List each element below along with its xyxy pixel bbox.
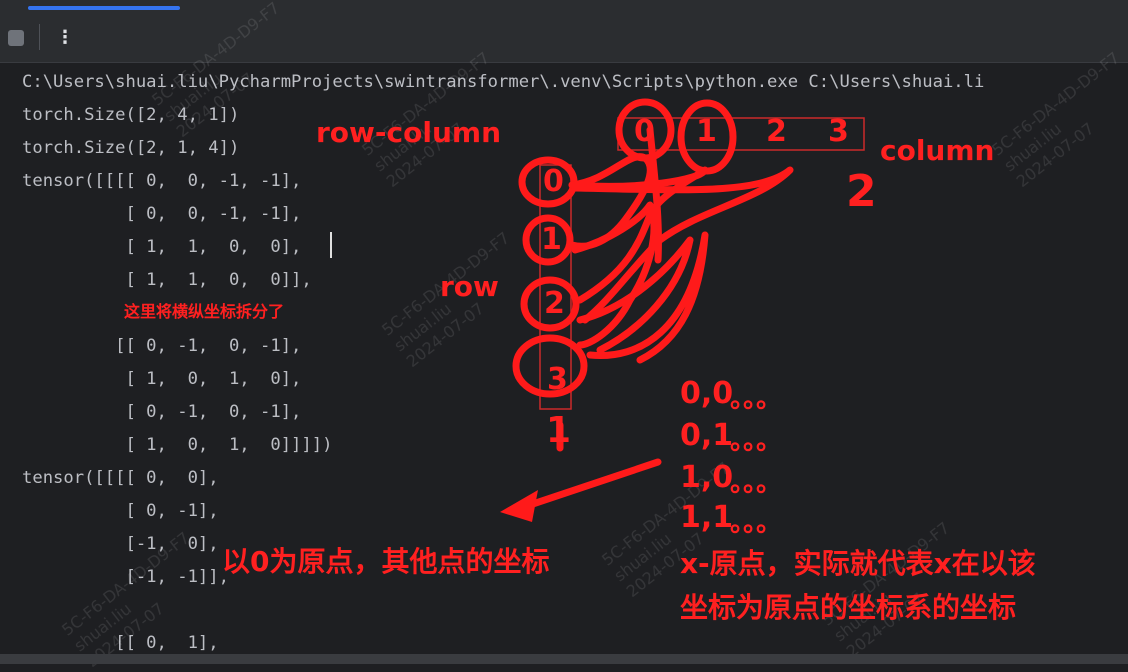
ellipsis-dots: 。。。 <box>730 384 783 414</box>
annotation-one: 1 <box>546 410 572 451</box>
annotation-x-note-line2: 坐标为原点的坐标系的坐标 <box>680 591 1017 624</box>
ellipsis-dots: 。。。 <box>730 426 783 456</box>
ellipsis-dots: 。。。 <box>730 508 783 538</box>
annotation-origin-note: 以0为原点，其他点的坐标 <box>222 545 550 578</box>
row-label: 2 <box>544 286 565 321</box>
annotation-x-note-line1: x-原点，实际就代表x在以该 <box>680 547 1036 580</box>
coord-label: 0,1 <box>680 418 734 453</box>
row-label: 1 <box>541 222 562 257</box>
col-label: 3 <box>828 114 849 149</box>
col-label: 0 <box>634 114 655 149</box>
coord-label: 0,0 <box>680 376 734 411</box>
coord-label: 1,0 <box>680 460 734 495</box>
horizontal-scrollbar[interactable] <box>0 654 1128 664</box>
arrow-head <box>500 490 538 522</box>
row-label: 0 <box>543 164 564 199</box>
row-label: 3 <box>547 362 568 397</box>
arrow-shaft <box>511 458 662 514</box>
coord-label: 1,1 <box>680 500 734 535</box>
annotation-row-column: row-column <box>316 116 502 149</box>
annotation-split-note: 这里将横纵坐标拆分了 <box>124 302 285 321</box>
annotation-row: row <box>440 270 499 303</box>
annotation-two: 2 <box>846 166 877 217</box>
annotation-column: column <box>880 134 995 167</box>
col-label: 2 <box>766 114 787 149</box>
ellipsis-dots: 。。。 <box>730 468 783 498</box>
col-label: 1 <box>696 114 717 149</box>
